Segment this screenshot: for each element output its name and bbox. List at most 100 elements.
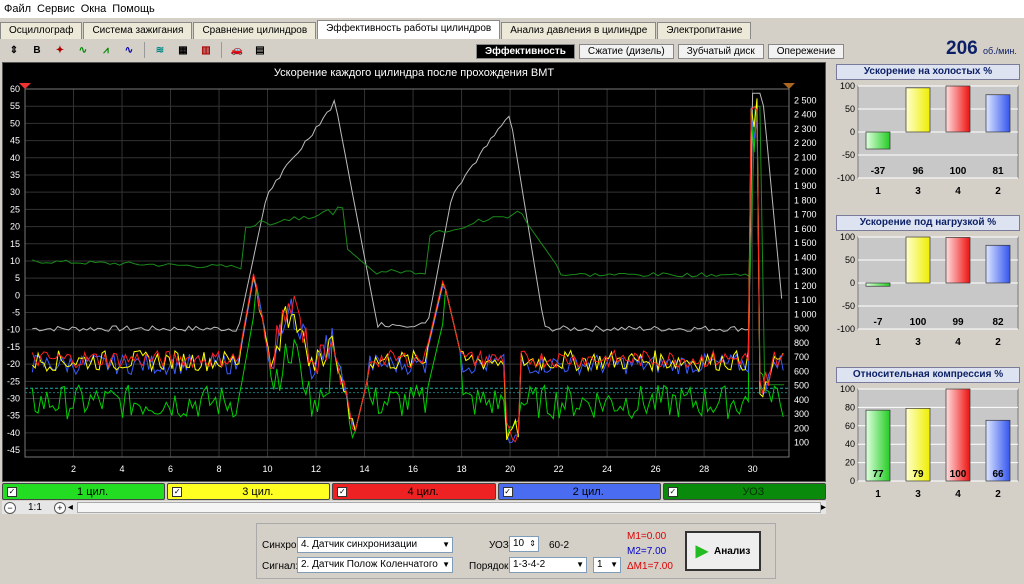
checkbox-icon[interactable]: ✓ bbox=[7, 486, 17, 497]
play-icon: ▶ bbox=[695, 543, 708, 560]
cylinder-label: 1 bbox=[875, 489, 881, 500]
subtab-advance[interactable]: Опережение bbox=[767, 44, 845, 59]
y-tick-label: 0 bbox=[850, 476, 855, 486]
legend-label: 1 цил. bbox=[77, 485, 109, 498]
y2-tick-label: 1 500 bbox=[794, 238, 817, 248]
wave-icon[interactable]: ⩘ bbox=[96, 41, 116, 59]
checkbox-icon[interactable]: ✓ bbox=[502, 486, 513, 497]
menu-help[interactable]: Помощь bbox=[112, 3, 155, 15]
waveform-icon[interactable]: ∿ bbox=[119, 41, 139, 59]
tab-compare[interactable]: Сравнение цилиндров bbox=[193, 22, 317, 39]
x-tick-label: 26 bbox=[651, 464, 661, 474]
bar-cyl4 bbox=[945, 85, 971, 133]
cylinder-label: 3 bbox=[915, 337, 921, 348]
marker-m1-icon bbox=[19, 83, 31, 89]
tab-ignition[interactable]: Система зажигания bbox=[83, 22, 193, 39]
horizontal-scrollbar[interactable] bbox=[76, 502, 821, 513]
x-tick-label: 22 bbox=[554, 464, 564, 474]
stack-icon[interactable]: ≋ bbox=[150, 41, 170, 59]
scroll-left-icon[interactable]: ◂ bbox=[68, 502, 73, 513]
rpm-value: 206 bbox=[946, 38, 978, 59]
chart-panel[interactable]: Ускорение каждого цилиндра после прохожд… bbox=[2, 62, 826, 482]
y2-tick-label: 2 400 bbox=[794, 110, 817, 120]
y2-tick-label: 900 bbox=[794, 324, 809, 334]
chart-title: Ускорение каждого цилиндра после прохожд… bbox=[274, 67, 554, 79]
acceleration-chart[interactable]: Ускорение каждого цилиндра после прохожд… bbox=[3, 63, 825, 481]
y-tick-label: 0 bbox=[15, 290, 20, 300]
bar-value-label: 99 bbox=[952, 317, 964, 328]
y2-tick-label: 500 bbox=[794, 381, 809, 391]
grid-icon[interactable]: ▦ bbox=[173, 41, 193, 59]
car-icon[interactable]: 🚗 bbox=[227, 41, 247, 59]
subtab-efficiency[interactable]: Эффективность bbox=[476, 44, 575, 59]
zoom-out-icon[interactable]: − bbox=[4, 501, 16, 514]
zoom-bar: − 1:1 + ◂ ▸ bbox=[2, 501, 826, 514]
analyze-button[interactable]: ▶ Анализ bbox=[685, 531, 761, 571]
y2-tick-label: 1 200 bbox=[794, 281, 817, 291]
y-tick-label: 50 bbox=[845, 255, 855, 265]
bar-cyl2 bbox=[985, 244, 1011, 284]
x-tick-label: 10 bbox=[263, 464, 273, 474]
y-tick-label: 40 bbox=[10, 153, 20, 163]
legend-cyl4[interactable]: ✓ 4 цил. bbox=[332, 483, 496, 500]
cylinder-label: 2 bbox=[995, 186, 1001, 197]
subtab-gear[interactable]: Зубчатый диск bbox=[677, 44, 764, 59]
checkbox-icon[interactable]: ✓ bbox=[667, 486, 678, 497]
chevron-down-icon: ▼ bbox=[442, 540, 450, 549]
legend-cyl2[interactable]: ✓ 2 цил. bbox=[497, 483, 661, 500]
cylinder-label: 2 bbox=[995, 337, 1001, 348]
x-tick-label: 30 bbox=[748, 464, 758, 474]
uoz-input[interactable]: 10 ⇕ bbox=[509, 536, 539, 552]
y2-tick-label: 2 000 bbox=[794, 167, 817, 177]
signal-select[interactable]: 2. Датчик Полож Коленчатого Вал ▼ bbox=[297, 557, 453, 573]
tab-pressure[interactable]: Анализ давления в цилиндре bbox=[501, 22, 657, 39]
bar-chart-icon[interactable]: ▥ bbox=[196, 41, 216, 59]
subtab-compression[interactable]: Сжатие (дизель) bbox=[578, 44, 674, 59]
legend-uoz[interactable]: ✓ УОЗ bbox=[662, 483, 827, 500]
menu-bar: Файл Сервис Окна Помощь bbox=[0, 0, 1024, 18]
y2-tick-label: 2 500 bbox=[794, 95, 817, 105]
order-label: Порядок bbox=[469, 561, 509, 572]
bar-chart: 100 50 0 -50 -100 -7 1 100 3 99 4 82 2 bbox=[837, 232, 1019, 348]
uoz-label: УОЗ bbox=[489, 540, 509, 551]
tab-power[interactable]: Электропитание bbox=[657, 22, 752, 39]
bar-value-label: 81 bbox=[992, 166, 1004, 177]
sync-select[interactable]: 4. Датчик синхронизации ▼ bbox=[297, 537, 453, 553]
y-tick-label: 100 bbox=[840, 232, 855, 242]
y-tick-label: 40 bbox=[845, 439, 855, 449]
tab-efficiency[interactable]: Эффективность работы цилиндров bbox=[317, 20, 501, 39]
chevron-down-icon: ▼ bbox=[610, 560, 618, 569]
tab-oscilloscope[interactable]: Осциллограф bbox=[0, 22, 83, 39]
signal-label: Сигнал: bbox=[262, 561, 299, 572]
bar-value-label: 100 bbox=[950, 166, 967, 177]
rpm-readout: 206 об./мин. bbox=[946, 38, 1017, 60]
menu-file[interactable]: Файл bbox=[4, 3, 31, 15]
order-num-select[interactable]: 1 ▼ bbox=[593, 557, 621, 573]
scroll-right-icon[interactable]: ▸ bbox=[821, 502, 826, 513]
y-tick-label: 80 bbox=[845, 402, 855, 412]
y-tick-label: 25 bbox=[10, 204, 20, 214]
spark-icon[interactable]: ✦ bbox=[50, 41, 70, 59]
y2-tick-label: 2 300 bbox=[794, 124, 817, 134]
checkbox-icon[interactable]: ✓ bbox=[337, 486, 348, 497]
stepper-icon[interactable]: ⇕ bbox=[529, 537, 536, 551]
legend-cyl1[interactable]: ✓ 1 цил. bbox=[2, 483, 166, 500]
y2-tick-label: 400 bbox=[794, 395, 809, 405]
scale-icon[interactable]: ⇕ bbox=[4, 41, 24, 59]
y2-tick-label: 1 700 bbox=[794, 210, 817, 220]
menu-windows[interactable]: Окна bbox=[81, 3, 107, 15]
x-tick-label: 6 bbox=[168, 464, 173, 474]
zoom-in-icon[interactable]: + bbox=[53, 501, 66, 514]
y-tick-label: 20 bbox=[10, 222, 20, 232]
y-tick-label: -50 bbox=[842, 301, 855, 311]
menu-service[interactable]: Сервис bbox=[37, 3, 75, 15]
checkbox-icon[interactable]: ✓ bbox=[172, 486, 183, 497]
x-tick-label: 18 bbox=[457, 464, 467, 474]
legend-cyl3[interactable]: ✓ 3 цил. bbox=[167, 483, 331, 500]
y-tick-label: 50 bbox=[10, 118, 20, 128]
order-select[interactable]: 1-3-4-2 ▼ bbox=[509, 557, 587, 573]
grid2-icon[interactable]: ▤ bbox=[250, 41, 270, 59]
signal-icon[interactable]: ∿ bbox=[73, 41, 93, 59]
bar-panel-1: Ускорение на холостых % 100 50 0 -50 -100 -37 1… bbox=[836, 64, 1020, 211]
bold-b-icon[interactable]: B bbox=[27, 41, 47, 59]
